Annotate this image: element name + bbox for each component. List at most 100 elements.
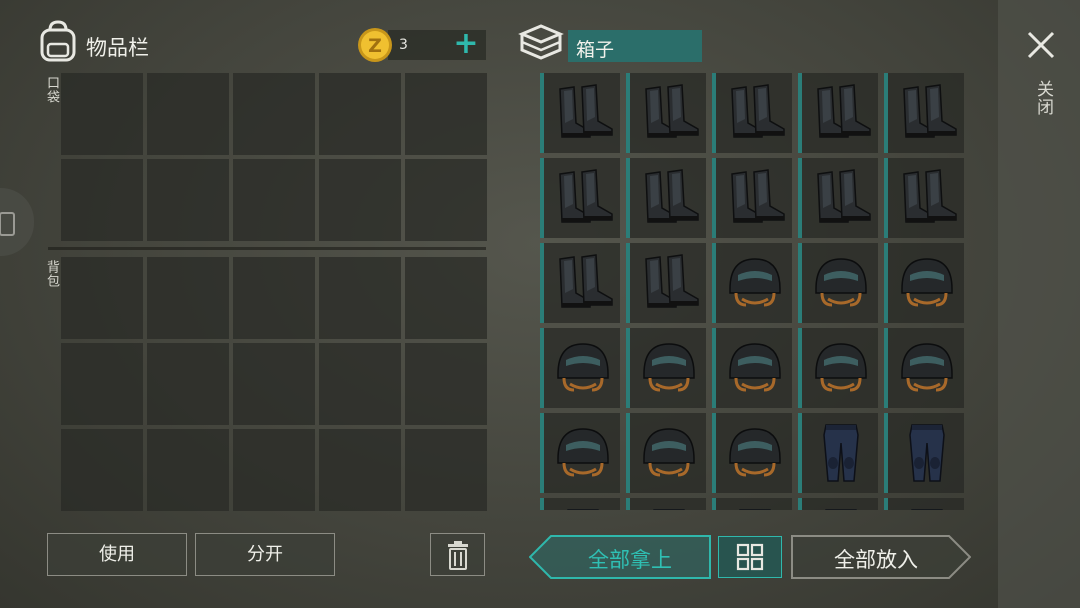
sort-button[interactable]: [718, 536, 782, 578]
backpack-slot[interactable]: [147, 257, 229, 339]
container-slot-helmet[interactable]: [540, 328, 620, 408]
put-all-label: 全部放入: [834, 548, 918, 572]
container-slot-boots[interactable]: [626, 243, 706, 323]
container-slot-helmet[interactable]: [884, 243, 964, 323]
pocket-slot[interactable]: [319, 73, 401, 155]
coin-count: 3: [399, 37, 408, 53]
container-slot-pants[interactable]: [712, 498, 792, 510]
svg-text:Z: Z: [368, 35, 382, 57]
container-slot-helmet[interactable]: [798, 243, 878, 323]
container-slot-boots[interactable]: [540, 73, 620, 153]
helmet-icon: [901, 258, 953, 307]
pocket-slot[interactable]: [405, 159, 487, 241]
close-label[interactable]: 关闭: [1031, 80, 1056, 116]
drawer-icon: [0, 212, 15, 236]
backpack-slot[interactable]: [405, 343, 487, 425]
container-grid-viewport[interactable]: [540, 73, 964, 510]
backpack-slot[interactable]: [319, 343, 401, 425]
helmet-icon: [815, 343, 867, 392]
section-divider: [48, 247, 486, 250]
inventory-title: 物品栏: [86, 36, 149, 60]
boots-icon: [645, 169, 699, 223]
backpack-slot[interactable]: [61, 429, 143, 511]
use-button[interactable]: 使用: [47, 533, 187, 576]
pants-icon: [653, 509, 685, 510]
container-slot-helmet[interactable]: [626, 328, 706, 408]
box-icon: [518, 24, 564, 60]
close-icon[interactable]: [1024, 28, 1058, 62]
split-button[interactable]: 分开: [195, 533, 335, 576]
pants-icon: [567, 509, 599, 510]
container-grid: [540, 73, 964, 510]
boots-icon: [903, 84, 957, 138]
boots-icon: [817, 169, 871, 223]
container-slot-helmet[interactable]: [884, 328, 964, 408]
backpack-slot[interactable]: [233, 257, 315, 339]
backpack-slot[interactable]: [233, 429, 315, 511]
container-slot-boots[interactable]: [626, 73, 706, 153]
pocket-slot[interactable]: [61, 159, 143, 241]
container-slot-boots[interactable]: [884, 158, 964, 238]
pocket-slot[interactable]: [233, 159, 315, 241]
backpack-slot[interactable]: [61, 257, 143, 339]
helmet-icon: [643, 343, 695, 392]
container-slot-helmet[interactable]: [626, 413, 706, 493]
container-slot-pants[interactable]: [884, 413, 964, 493]
boots-icon: [559, 84, 613, 138]
container-slot-pants[interactable]: [540, 498, 620, 510]
container-slot-helmet[interactable]: [712, 243, 792, 323]
boots-icon: [903, 169, 957, 223]
pocket-slot[interactable]: [147, 159, 229, 241]
helmet-icon: [557, 343, 609, 392]
boots-icon: [731, 84, 785, 138]
container-slot-boots[interactable]: [540, 158, 620, 238]
backpack-slot[interactable]: [319, 257, 401, 339]
pants-icon: [909, 424, 945, 482]
boots-icon: [559, 254, 613, 308]
backpack-slot[interactable]: [61, 343, 143, 425]
container-slot-boots[interactable]: [798, 158, 878, 238]
container-slot-pants[interactable]: [884, 498, 964, 510]
container-slot-boots[interactable]: [712, 73, 792, 153]
container-slot-boots[interactable]: [798, 73, 878, 153]
pants-icon: [911, 509, 943, 510]
container-slot-pants[interactable]: [798, 498, 878, 510]
pocket-slot[interactable]: [233, 73, 315, 155]
backpack-grid: [61, 257, 487, 511]
container-slot-boots[interactable]: [540, 243, 620, 323]
boots-icon: [559, 169, 613, 223]
pants-icon: [823, 424, 859, 482]
container-slot-boots[interactable]: [712, 158, 792, 238]
container-slot-helmet[interactable]: [712, 328, 792, 408]
container-slot-helmet[interactable]: [712, 413, 792, 493]
coin-icon: Z: [358, 28, 392, 62]
pocket-slot[interactable]: [61, 73, 143, 155]
helmet-icon: [729, 258, 781, 307]
boots-icon: [817, 84, 871, 138]
container-slot-boots[interactable]: [884, 73, 964, 153]
container-slot-boots[interactable]: [626, 158, 706, 238]
container-slot-pants[interactable]: [798, 413, 878, 493]
helmet-icon: [729, 343, 781, 392]
container-slot-helmet[interactable]: [798, 328, 878, 408]
pants-icon: [825, 509, 857, 510]
helmet-icon: [643, 428, 695, 477]
backpack-slot[interactable]: [147, 343, 229, 425]
pocket-slot[interactable]: [147, 73, 229, 155]
backpack-slot[interactable]: [319, 429, 401, 511]
backpack-icon: [40, 20, 76, 62]
helmet-icon: [901, 343, 953, 392]
helmet-icon: [557, 428, 609, 477]
container-slot-pants[interactable]: [626, 498, 706, 510]
boots-icon: [645, 84, 699, 138]
container-slot-helmet[interactable]: [540, 413, 620, 493]
backpack-slot[interactable]: [405, 429, 487, 511]
backpack-slot[interactable]: [233, 343, 315, 425]
backpack-slot[interactable]: [147, 429, 229, 511]
pocket-slot[interactable]: [405, 73, 487, 155]
pocket-slot[interactable]: [319, 159, 401, 241]
trash-button[interactable]: [430, 533, 485, 576]
add-coin-button[interactable]: +: [452, 29, 480, 60]
pocket-label: 口袋: [44, 76, 59, 104]
backpack-slot[interactable]: [405, 257, 487, 339]
